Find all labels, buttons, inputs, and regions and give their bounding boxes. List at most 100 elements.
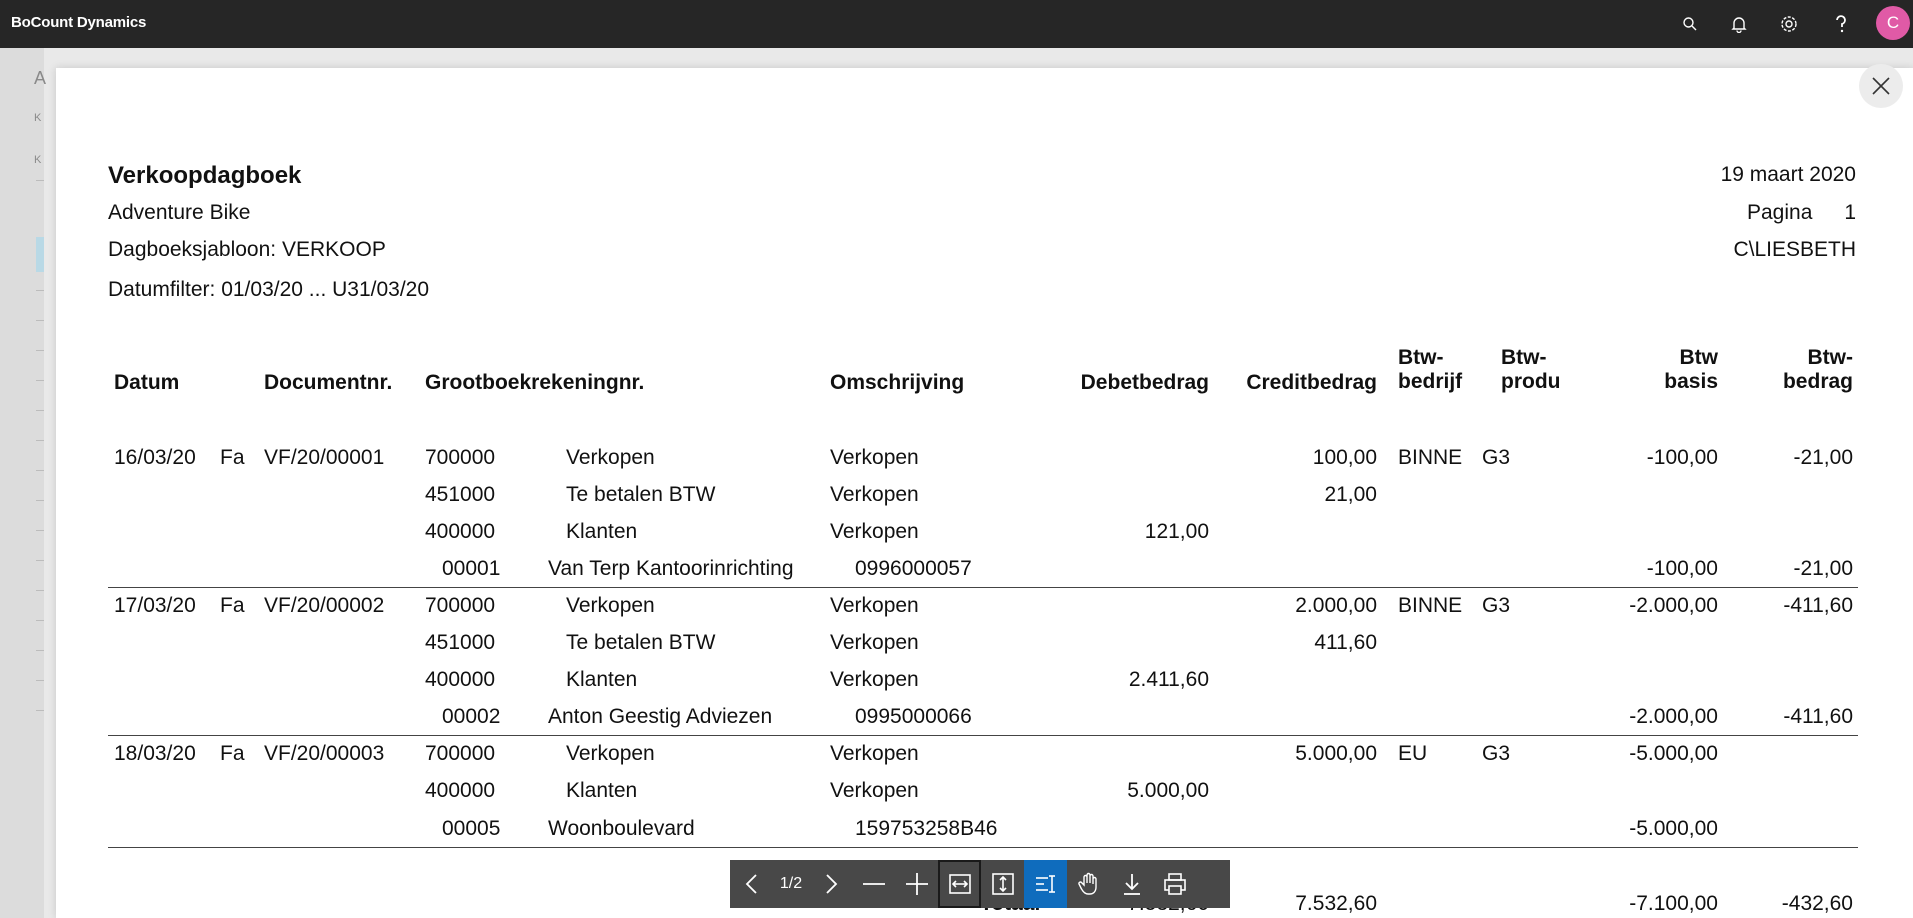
- line-description: Verkopen: [830, 742, 919, 765]
- line-datum: 16/03/20: [114, 446, 196, 469]
- col-header-datum: Datum: [114, 371, 180, 394]
- totals-separator: [108, 847, 1858, 848]
- avatar[interactable]: C: [1876, 6, 1910, 40]
- help-icon[interactable]: [1826, 10, 1856, 38]
- background-divider: [36, 560, 44, 561]
- customer-vat-number: 0995000066: [855, 705, 972, 728]
- line-document: VF/20/00003: [264, 742, 385, 765]
- line-btw-basis: -5.000,00: [1629, 742, 1718, 765]
- close-icon: [1872, 77, 1890, 95]
- zoom-out-button[interactable]: [852, 860, 895, 908]
- background-divider: [36, 530, 44, 531]
- background-letter: A: [34, 68, 47, 88]
- page-label: Pagina: [1747, 201, 1813, 224]
- journal-template: Dagboeksjabloon: VERKOOP: [108, 238, 386, 261]
- line-btw-produ: G3: [1482, 446, 1511, 469]
- col-header-creditbedrag: Creditbedrag: [1246, 371, 1377, 394]
- col-header-btw-bedrijf-line1: Btw-: [1398, 346, 1444, 369]
- line-btw-bedrag: -21,00: [1793, 557, 1853, 580]
- top-bar: BoCount Dynamics C: [0, 0, 1913, 48]
- line-btw-produ: G3: [1482, 594, 1511, 617]
- line-document: VF/20/00001: [264, 446, 385, 469]
- background-divider: [36, 320, 44, 321]
- chevron-left-icon: [745, 874, 757, 894]
- line-debet: 121,00: [1144, 520, 1209, 543]
- page-indicator: 1/2: [779, 875, 803, 892]
- line-credit: 100,00: [1312, 446, 1377, 469]
- line-debet: 2.411,60: [1128, 668, 1209, 691]
- line-credit: 411,60: [1314, 631, 1377, 654]
- zoom-in-button[interactable]: [895, 860, 938, 908]
- report-title: Verkoopdagboek: [108, 162, 302, 189]
- company-name: Adventure Bike: [108, 201, 251, 224]
- col-header-btw-basis-line1: Btw: [1679, 346, 1719, 369]
- col-header-debetbedrag: Debetbedrag: [1080, 371, 1209, 394]
- customer-name: Woonboulevard: [548, 817, 695, 840]
- text-select-button[interactable]: [1024, 860, 1067, 908]
- line-account: 451000: [425, 631, 496, 654]
- col-header-btw-bedrag-line2: bedrag: [1782, 370, 1853, 394]
- col-header-btw-bedrag: Btw- bedrag: [1783, 346, 1853, 394]
- gear-icon[interactable]: [1774, 10, 1804, 38]
- background-divider: [36, 410, 44, 411]
- line-account: 400000: [425, 779, 496, 802]
- minus-icon: [862, 883, 885, 885]
- line-account-name: Te betalen BTW: [566, 631, 716, 654]
- col-header-btw-produ-line1: Btw-: [1501, 346, 1547, 369]
- background-divider: [36, 650, 44, 651]
- totals-btw-basis: -7.100,00: [1629, 892, 1718, 915]
- line-description: Verkopen: [830, 483, 919, 506]
- line-document: VF/20/00002: [264, 594, 385, 617]
- fit-page-button[interactable]: [981, 860, 1024, 908]
- background-sidebar: [0, 48, 44, 918]
- hand-icon: [1077, 872, 1097, 895]
- customer-number: 00001: [442, 557, 501, 580]
- line-account-name: Klanten: [566, 668, 638, 691]
- line-btw-basis: -2.000,00: [1629, 705, 1718, 728]
- line-debet: 5.000,00: [1127, 779, 1209, 802]
- line-datum: 17/03/20: [114, 594, 196, 617]
- line-btw-basis: -5.000,00: [1629, 817, 1718, 840]
- line-account-name: Verkopen: [566, 446, 655, 469]
- customer-vat-number: 0996000057: [855, 557, 972, 580]
- fit-width-button[interactable]: [938, 860, 981, 908]
- col-header-btw-produ-line2: produ: [1501, 370, 1561, 394]
- line-btw-bedrag: -411,60: [1783, 705, 1853, 728]
- bell-icon[interactable]: [1724, 10, 1754, 38]
- background-divider: [36, 350, 44, 351]
- text-select-icon: [1035, 875, 1055, 893]
- customer-number: 00005: [442, 817, 501, 840]
- download-button[interactable]: [1110, 860, 1153, 908]
- line-account: 700000: [425, 446, 496, 469]
- previous-page-button[interactable]: [730, 860, 773, 908]
- date-filter: Datumfilter: 01/03/20 ... U31/03/20: [108, 278, 430, 301]
- line-account: 451000: [425, 483, 496, 506]
- line-credit: 2.000,00: [1295, 594, 1377, 617]
- line-account: 700000: [425, 594, 496, 617]
- line-btw-bedrag: -411,60: [1783, 594, 1853, 617]
- col-header-documentnr: Documentnr.: [264, 371, 393, 394]
- line-btw-basis: -100,00: [1646, 446, 1718, 469]
- line-description: Verkopen: [830, 520, 919, 543]
- entry-separator: [108, 735, 1858, 736]
- plus-icon: [905, 873, 928, 895]
- entry-separator: [108, 587, 1858, 588]
- search-icon[interactable]: [1675, 10, 1705, 38]
- totals-credit: 7.532,60: [1295, 892, 1377, 915]
- close-button[interactable]: [1859, 64, 1903, 108]
- line-type: Fa: [220, 742, 245, 765]
- line-account: 700000: [425, 742, 496, 765]
- line-account-name: Te betalen BTW: [566, 483, 716, 506]
- next-page-button[interactable]: [809, 860, 852, 908]
- line-credit: 5.000,00: [1295, 742, 1377, 765]
- report-page: Verkoopdagboek Adventure Bike Dagboeksja…: [56, 68, 1913, 918]
- col-header-btw-produ: Btw- produ: [1501, 346, 1560, 394]
- print-button[interactable]: [1153, 860, 1196, 908]
- hand-tool-button[interactable]: [1067, 860, 1110, 908]
- background-divider: [36, 500, 44, 501]
- line-btw-bedrijf: BINNE: [1398, 594, 1463, 617]
- customer-name: Anton Geestig Adviezen: [548, 705, 773, 728]
- background-divider: [36, 590, 44, 591]
- col-header-btw-basis: Btw basis: [1664, 346, 1718, 394]
- report-preview-dialog: Verkoopdagboek Adventure Bike Dagboeksja…: [56, 68, 1913, 918]
